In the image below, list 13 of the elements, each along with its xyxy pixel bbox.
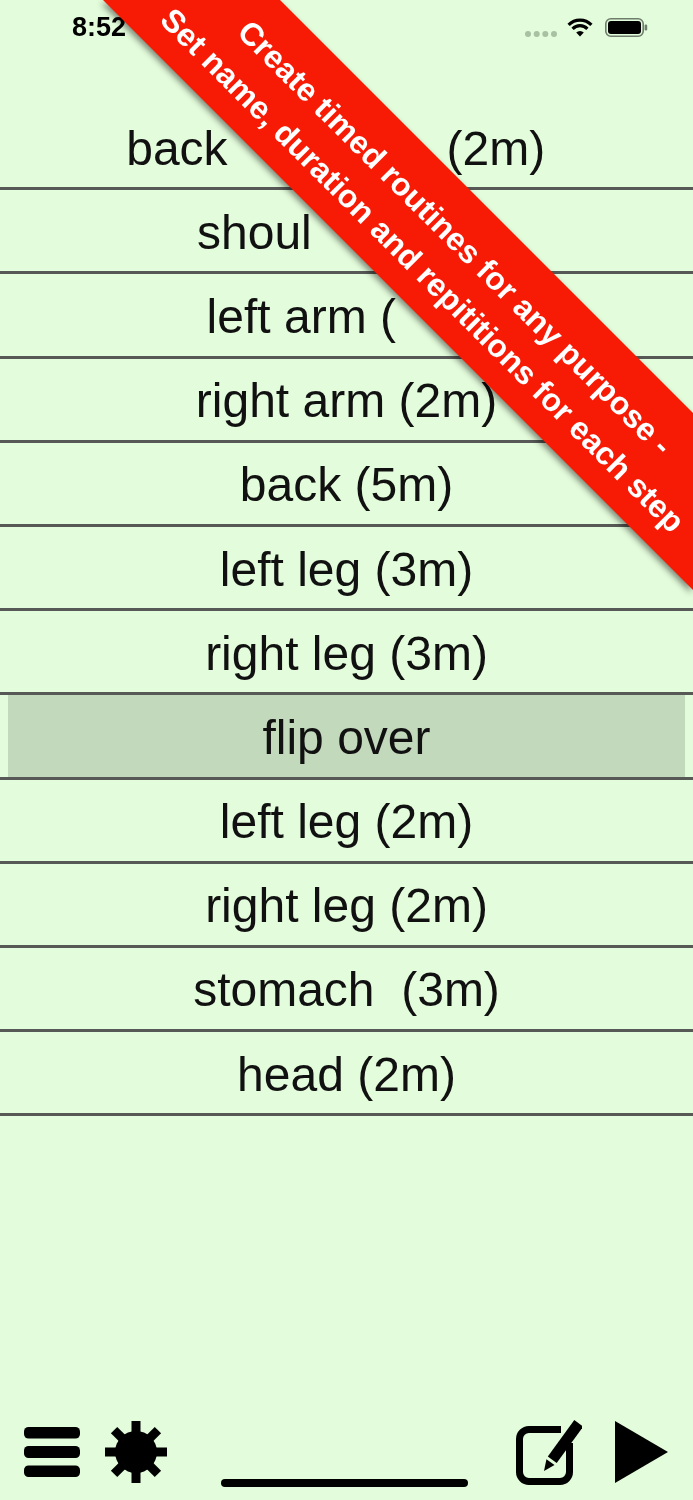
wifi-icon bbox=[567, 17, 593, 37]
play-icon[interactable] bbox=[615, 1421, 668, 1483]
step-item[interactable]: right leg (3m) bbox=[205, 623, 488, 680]
step-item[interactable]: stomach (3m) bbox=[193, 960, 500, 1017]
step-item[interactable]: right leg (2m) bbox=[205, 876, 488, 933]
menu-icon[interactable] bbox=[24, 1427, 80, 1477]
gear-icon[interactable] bbox=[105, 1421, 167, 1483]
battery-icon bbox=[605, 17, 648, 37]
step-item[interactable]: flip over bbox=[8, 695, 685, 777]
edit-icon[interactable] bbox=[516, 1419, 582, 1485]
signal-dots-icon bbox=[525, 31, 557, 37]
step-item[interactable]: left leg (2m) bbox=[219, 792, 474, 849]
step-item[interactable]: head (2m) bbox=[237, 1044, 456, 1101]
